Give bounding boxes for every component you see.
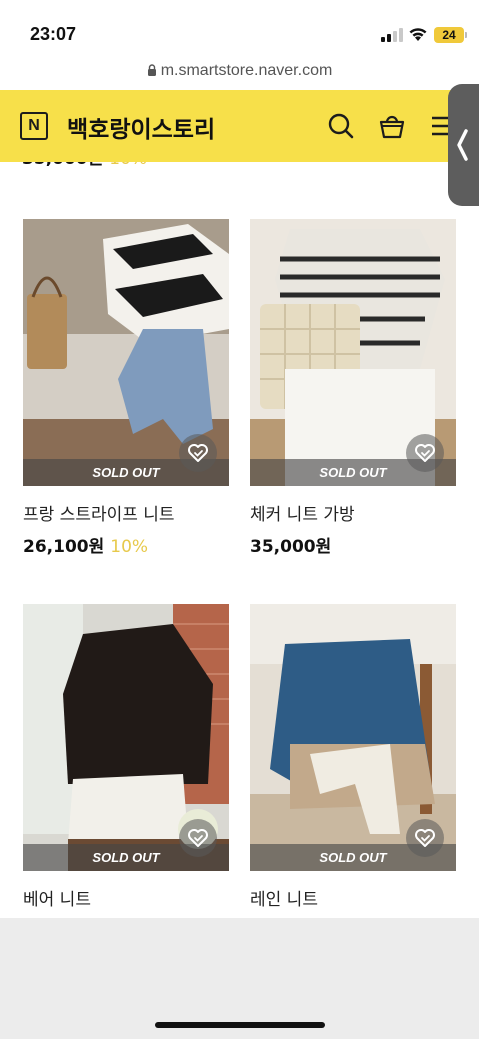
heart-icon bbox=[415, 444, 435, 462]
product-name[interactable]: 체커 니트 가방 bbox=[250, 500, 456, 525]
side-panel-handle[interactable] bbox=[448, 84, 479, 206]
search-icon[interactable] bbox=[327, 112, 355, 140]
wishlist-button[interactable] bbox=[406, 434, 444, 472]
product-name[interactable]: 프랑 스트라이프 니트 bbox=[23, 500, 229, 525]
product-image[interactable]: SOLD OUT bbox=[23, 604, 229, 871]
product-image[interactable]: SOLD OUT bbox=[23, 219, 229, 486]
cart-icon[interactable] bbox=[378, 112, 406, 140]
signal-icon bbox=[381, 28, 403, 42]
battery-icon: 24 bbox=[434, 27, 467, 43]
chevron-left-icon bbox=[457, 129, 468, 161]
product-image[interactable]: SOLD OUT bbox=[250, 604, 456, 871]
url-text: m.smartstore.naver.com bbox=[160, 62, 333, 79]
status-bar: 23:07 24 bbox=[0, 0, 479, 60]
home-indicator[interactable] bbox=[155, 1022, 325, 1028]
product-price-row: 35,000원 bbox=[250, 532, 456, 557]
heart-icon bbox=[188, 829, 208, 847]
product-name[interactable]: 레인 니트 bbox=[250, 885, 456, 910]
url-bar[interactable]: m.smartstore.naver.com bbox=[0, 62, 479, 88]
store-header: N 백호랑이스토리 bbox=[0, 90, 479, 162]
product-price: 35,000원 bbox=[250, 537, 332, 557]
product-price-row: 26,100원 10% bbox=[23, 532, 229, 557]
wishlist-button[interactable] bbox=[179, 434, 217, 472]
product-card[interactable]: SOLD OUT 베어 니트 bbox=[23, 604, 229, 910]
heart-icon bbox=[415, 829, 435, 847]
heart-icon bbox=[188, 444, 208, 462]
product-card[interactable]: SOLD OUT 체커 니트 가방 35,000원 bbox=[250, 219, 456, 557]
lock-icon bbox=[147, 64, 156, 76]
product-discount: 10% bbox=[110, 537, 149, 557]
wishlist-button[interactable] bbox=[406, 819, 444, 857]
status-time: 23:07 bbox=[30, 24, 77, 44]
product-name[interactable]: 베어 니트 bbox=[23, 885, 229, 910]
naver-logo-icon[interactable]: N bbox=[20, 112, 48, 140]
wishlist-button[interactable] bbox=[179, 819, 217, 857]
product-card[interactable]: SOLD OUT 레인 니트 bbox=[250, 604, 456, 910]
store-title[interactable]: 백호랑이스토리 bbox=[67, 110, 215, 144]
wifi-icon bbox=[409, 28, 427, 41]
browser-bottom-area bbox=[0, 918, 479, 1039]
product-card[interactable]: SOLD OUT 프랑 스트라이프 니트 26,100원 10% bbox=[23, 219, 229, 557]
product-image[interactable]: SOLD OUT bbox=[250, 219, 456, 486]
product-price: 26,100원 bbox=[23, 537, 105, 557]
